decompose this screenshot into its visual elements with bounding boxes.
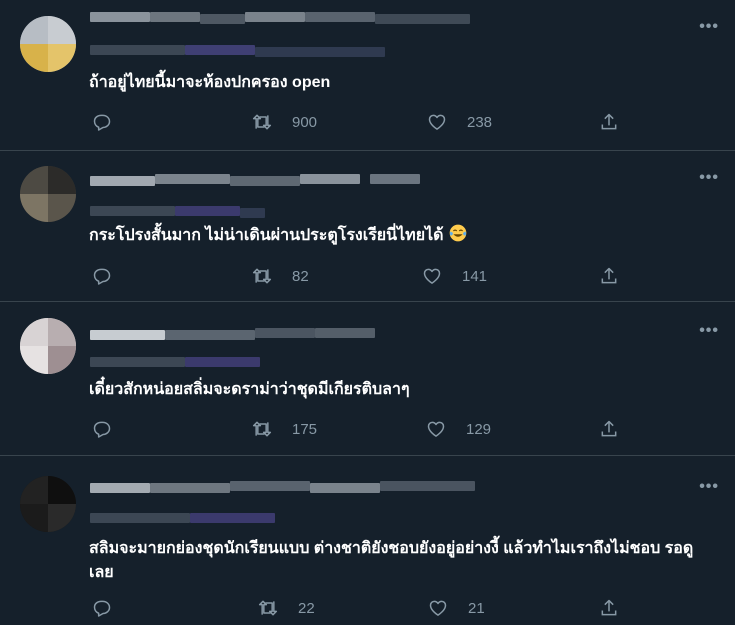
- like-count: 141: [462, 267, 488, 285]
- face-with-tears-of-joy-emoji: [449, 224, 467, 242]
- reply-icon: [93, 268, 111, 285]
- share-icon: [601, 113, 617, 130]
- reply-icon: [93, 421, 111, 438]
- like-button[interactable]: 21: [428, 597, 485, 619]
- like-icon: [428, 114, 446, 130]
- like-button[interactable]: 141: [422, 265, 487, 287]
- reply-icon: [93, 114, 111, 131]
- like-button[interactable]: 238: [427, 111, 492, 133]
- retweet-icon: [258, 600, 278, 616]
- reply-button[interactable]: [92, 265, 112, 287]
- retweet-button[interactable]: 82: [252, 265, 309, 287]
- like-count: 129: [466, 420, 492, 438]
- retweet-count: 175: [292, 420, 318, 438]
- retweet-button[interactable]: 900: [252, 111, 317, 133]
- tweet-actions: 900 238: [89, 111, 649, 133]
- retweet-count: 82: [292, 267, 309, 285]
- tweet-text: เดี๋ยวสักหน่อยสลิ่มจะดราม่าว่าชุดมีเกียร…: [89, 381, 410, 398]
- more-icon[interactable]: •••: [699, 19, 719, 35]
- tweet-text: ถ้าอยู่ไทยนี้มาจะห้องปกครอง open: [89, 74, 331, 91]
- share-button[interactable]: [599, 265, 619, 287]
- more-icon[interactable]: •••: [699, 170, 719, 186]
- retweet-icon: [252, 114, 272, 130]
- share-button[interactable]: [599, 418, 619, 440]
- tweet-actions: 22 21: [89, 597, 649, 619]
- share-button[interactable]: [599, 597, 619, 619]
- more-icon[interactable]: •••: [699, 323, 719, 339]
- tweet[interactable]: ••• เดี๋ยวสักหน่อยสลิ่มจะดราม่าว่าชุดมีเ…: [0, 302, 735, 456]
- tweet-text-content: กระโปรงสั้นมาก ไม่น่าเดินผ่านประตูโรงเรี…: [89, 227, 444, 244]
- retweet-icon: [252, 268, 272, 284]
- tweet-actions: 82 141: [89, 265, 649, 287]
- share-icon: [601, 420, 617, 437]
- share-icon: [601, 267, 617, 284]
- retweet-button[interactable]: 22: [258, 597, 315, 619]
- like-count: 238: [467, 113, 493, 131]
- avatar[interactable]: [20, 166, 76, 222]
- avatar[interactable]: [20, 16, 76, 72]
- tweet-actions: 175 129: [89, 418, 649, 440]
- more-icon[interactable]: •••: [699, 479, 719, 495]
- tweet-text: สลิมจะมายกย่องชุดนักเรียนแบบ ต่างชาติยัง…: [89, 540, 694, 581]
- share-icon: [601, 599, 617, 616]
- like-button[interactable]: 129: [426, 418, 491, 440]
- like-icon: [423, 268, 441, 284]
- share-button[interactable]: [599, 111, 619, 133]
- avatar[interactable]: [20, 476, 76, 532]
- reply-icon: [93, 600, 111, 617]
- tweet-text: กระโปรงสั้นมาก ไม่น่าเดินผ่านประตูโรงเรี…: [89, 223, 705, 248]
- reply-button[interactable]: [92, 418, 112, 440]
- reply-button[interactable]: [92, 597, 112, 619]
- retweet-count: 22: [298, 599, 315, 617]
- tweet[interactable]: ••• สลิมจะมายกย่องชุดนักเรียนแบบ ต่างชาต…: [0, 456, 735, 625]
- like-icon: [429, 600, 447, 616]
- tweet[interactable]: ••• ถ้าอยู่ไทยนี้มาจะห้องปกครอง open 900…: [0, 0, 735, 151]
- like-icon: [427, 421, 445, 437]
- tweet-feed: ••• ถ้าอยู่ไทยนี้มาจะห้องปกครอง open 900…: [0, 0, 735, 625]
- retweet-count: 900: [292, 113, 318, 131]
- like-count: 21: [468, 599, 485, 617]
- reply-button[interactable]: [92, 111, 112, 133]
- retweet-icon: [252, 421, 272, 437]
- retweet-button[interactable]: 175: [252, 418, 317, 440]
- avatar[interactable]: [20, 318, 76, 374]
- tweet[interactable]: ••• กระโปรงสั้นมาก ไม่น่าเดินผ่านประตูโร…: [0, 151, 735, 302]
